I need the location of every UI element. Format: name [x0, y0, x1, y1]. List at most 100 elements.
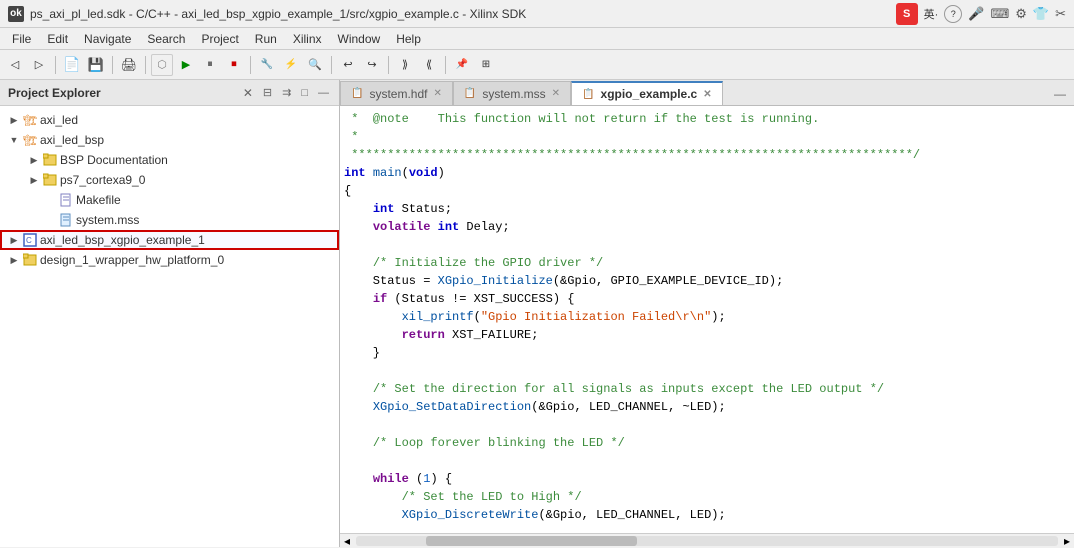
tab-hdf-close[interactable]: ✕ [433, 88, 441, 99]
project-explorer-panel: Project Explorer ✕ ⊟ ⇉ □ — ▶ 🏗 axi_led ▼… [0, 80, 340, 547]
toolbar-back[interactable]: ◁ [4, 54, 26, 76]
menu-window[interactable]: Window [330, 30, 389, 48]
code-line-16: /* Set the direction for all signals as … [340, 380, 1074, 398]
code-content-15 [340, 362, 1074, 380]
toolbar-print[interactable]: 🖨 [118, 54, 140, 76]
toolbar-next[interactable]: ⟫ [394, 54, 416, 76]
arrow-example1: ▶ [8, 234, 20, 246]
panel-minimize-btn[interactable]: — [316, 85, 331, 101]
code-line-21: while (1) { [340, 470, 1074, 488]
menu-xilinx[interactable]: Xilinx [285, 30, 330, 48]
toolbar-prev[interactable]: ⟪ [418, 54, 440, 76]
tree-item-axi-led-bsp[interactable]: ▼ 🏗 axi_led_bsp [0, 130, 339, 150]
label-design1: design_1_wrapper_hw_platform_0 [40, 253, 224, 267]
tree-item-bsp-docs[interactable]: ▶ BSP Documentation [0, 150, 339, 170]
tree-item-system-mss[interactable]: ▶ system.mss [0, 210, 339, 230]
code-line-3: ****************************************… [340, 146, 1074, 164]
tree-item-example1[interactable]: ▶ C axi_led_bsp_xgpio_example_1 [0, 230, 339, 250]
panel-maximize-btn[interactable]: □ [299, 85, 310, 101]
toolbar-pin[interactable]: 📌 [451, 54, 473, 76]
toolbar-ref[interactable]: ⊞ [475, 54, 497, 76]
code-content-9: /* Initialize the GPIO driver */ [340, 254, 1074, 272]
toolbar-undo[interactable]: ↩ [337, 54, 359, 76]
code-content-7: volatile int Delay; [340, 218, 1074, 236]
code-content-4: int main(void) [340, 164, 1074, 182]
toolbar-icon-3[interactable]: ⌨ [990, 6, 1009, 22]
scroll-track[interactable] [356, 536, 1058, 546]
toolbar-new[interactable]: 📄 [61, 54, 83, 76]
toolbar-forward[interactable]: ▷ [28, 54, 50, 76]
panel-layout-btn[interactable]: ⊟ [261, 84, 274, 101]
menu-file[interactable]: File [4, 30, 39, 48]
menu-search[interactable]: Search [139, 30, 193, 48]
tab-xgpio-example[interactable]: 📋 xgpio_example.c ✕ [571, 81, 723, 105]
scroll-left-btn[interactable]: ◂ [340, 534, 354, 548]
tab-c-close[interactable]: ✕ [703, 89, 711, 100]
toolbar-run[interactable]: ▶ [175, 54, 197, 76]
toolbar-icon-6[interactable]: ✂ [1055, 6, 1066, 22]
tree-item-makefile[interactable]: ▶ Makefile [0, 190, 339, 210]
code-content-18 [340, 416, 1074, 434]
tree-item-design1[interactable]: ▶ design_1_wrapper_hw_platform_0 [0, 250, 339, 270]
toolbar-stop[interactable]: ⏹ [223, 54, 245, 76]
sep4 [250, 56, 251, 74]
bottom-scrollbar[interactable]: ◂ ▸ [340, 533, 1074, 547]
code-editor[interactable]: * @note This function will not return if… [340, 106, 1074, 533]
toolbar-redo[interactable]: ↪ [361, 54, 383, 76]
code-line-23: XGpio_DiscreteWrite(&Gpio, LED_CHANNEL, … [340, 506, 1074, 524]
toolbar-icon-1[interactable]: ? [944, 5, 962, 23]
editor-minimize-btn[interactable]: — [1046, 83, 1074, 105]
toolbar-debug[interactable]: ⬡ [151, 54, 173, 76]
sep6 [388, 56, 389, 74]
tab-hdf-label: system.hdf [369, 87, 427, 101]
menu-edit[interactable]: Edit [39, 30, 76, 48]
code-content-20 [340, 452, 1074, 470]
code-content-24 [340, 524, 1074, 533]
toolbar-icon-2[interactable]: 🎤 [968, 6, 984, 22]
code-content-5: { [340, 182, 1074, 200]
sogou-icon[interactable]: S [896, 3, 918, 25]
menu-project[interactable]: Project [193, 30, 246, 48]
code-content-17: XGpio_SetDataDirection(&Gpio, LED_CHANNE… [340, 398, 1074, 416]
toolbar-run2[interactable]: ⏸ [199, 54, 221, 76]
editor-tabs: 📋 system.hdf ✕ 📋 system.mss ✕ 📋 xgpio_ex… [340, 80, 1074, 106]
menu-navigate[interactable]: Navigate [76, 30, 139, 48]
tab-system-mss[interactable]: 📋 system.mss ✕ [453, 81, 571, 105]
code-content-1: * @note This function will not return if… [340, 110, 1074, 128]
tab-mss-close[interactable]: ✕ [552, 88, 560, 99]
scroll-right-btn[interactable]: ▸ [1060, 534, 1074, 548]
toolbar-tool1[interactable]: 🔧 [256, 54, 278, 76]
scroll-thumb[interactable] [426, 536, 637, 546]
menu-help[interactable]: Help [388, 30, 429, 48]
code-content-22: /* Set the LED to High */ [340, 488, 1074, 506]
tab-system-hdf[interactable]: 📋 system.hdf ✕ [340, 81, 453, 105]
title-bar-right: S 英· ? 🎤 ⌨ ⚙ 👕 ✂ [896, 3, 1066, 25]
code-content-16: /* Set the direction for all signals as … [340, 380, 1074, 398]
tree-item-ps7[interactable]: ▶ ps7_cortexa9_0 [0, 170, 339, 190]
tab-mss-label: system.mss [482, 87, 545, 101]
sep3 [145, 56, 146, 74]
toolbar-icon-5[interactable]: 👕 [1033, 6, 1049, 22]
lang-icon[interactable]: 英· [924, 6, 939, 22]
panel-arrows-btn[interactable]: ⇉ [280, 84, 293, 101]
toolbar-save[interactable]: 💾 [85, 54, 107, 76]
toolbar-tool2[interactable]: ⚡ [280, 54, 302, 76]
code-line-1: * @note This function will not return if… [340, 110, 1074, 128]
code-line-13: return XST_FAILURE; [340, 326, 1074, 344]
arrow-bsp-docs: ▶ [28, 154, 40, 166]
icon-axi-led-bsp: 🏗 [22, 132, 38, 148]
code-line-4: int main(void) [340, 164, 1074, 182]
icon-design1 [22, 252, 38, 268]
toolbar-search2[interactable]: 🔍 [304, 54, 326, 76]
toolbar-icon-4[interactable]: ⚙ [1015, 6, 1027, 22]
arrow-axi-led-bsp: ▼ [8, 134, 20, 146]
code-content-11: if (Status != XST_SUCCESS) { [340, 290, 1074, 308]
tree-item-axi-led[interactable]: ▶ 🏗 axi_led [0, 110, 339, 130]
project-tree: ▶ 🏗 axi_led ▼ 🏗 axi_led_bsp ▶ BS [0, 106, 339, 547]
label-makefile: Makefile [76, 193, 121, 207]
panel-close-btn[interactable]: ✕ [241, 84, 255, 102]
menu-run[interactable]: Run [247, 30, 285, 48]
label-example1: axi_led_bsp_xgpio_example_1 [40, 233, 205, 247]
title-bar: ok ps_axi_pl_led.sdk - C/C++ - axi_led_b… [0, 0, 1074, 28]
code-line-11: if (Status != XST_SUCCESS) { [340, 290, 1074, 308]
